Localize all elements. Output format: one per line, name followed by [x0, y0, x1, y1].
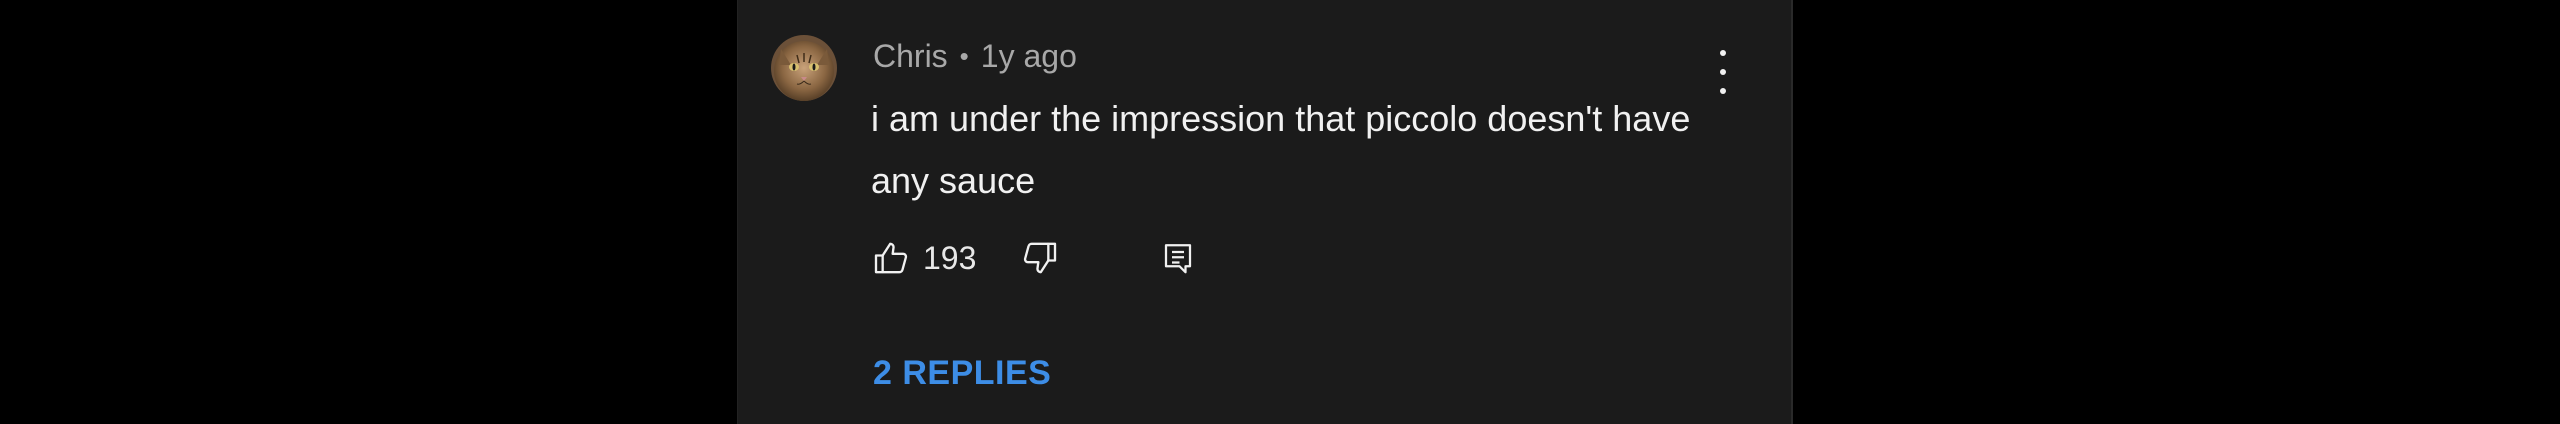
- menu-dot: [1720, 69, 1726, 75]
- dislike-button[interactable]: [1020, 238, 1060, 278]
- menu-dot: [1720, 50, 1726, 56]
- like-count: 193: [923, 239, 977, 276]
- view-replies-link[interactable]: 2 REPLIES: [873, 354, 1051, 393]
- page: Chris • 1y ago i am under the impression…: [0, 0, 2560, 424]
- author-name[interactable]: Chris: [873, 38, 948, 75]
- comment-actions: 193: [871, 234, 1196, 282]
- comment-text: i am under the impression that piccolo d…: [871, 98, 1691, 201]
- comment-timestamp[interactable]: 1y ago: [981, 38, 1077, 75]
- avatar[interactable]: [771, 35, 837, 101]
- reply-button[interactable]: [1160, 240, 1196, 276]
- more-vertical-icon[interactable]: [1708, 50, 1738, 94]
- cat-avatar-image: [771, 35, 837, 101]
- thumbs-up-icon: [874, 242, 908, 274]
- reply-comment-icon: [1165, 244, 1192, 274]
- like-button[interactable]: [871, 238, 911, 278]
- thumbs-down-icon: [1024, 242, 1057, 274]
- separator-dot: •: [959, 40, 969, 71]
- menu-dot: [1720, 88, 1726, 94]
- comment-card: Chris • 1y ago i am under the impression…: [737, 0, 1793, 424]
- comment-header: Chris • 1y ago: [873, 36, 1077, 76]
